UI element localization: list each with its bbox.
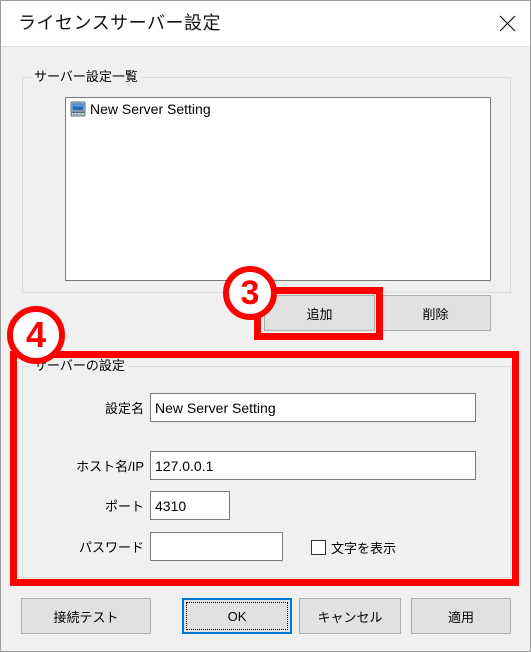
server-settings-group-label: サーバーの設定 — [31, 358, 128, 374]
add-button[interactable]: 追加 — [264, 295, 375, 331]
password-label: パスワード — [78, 540, 144, 555]
license-server-settings-dialog: ライセンスサーバー設定 サーバー設定一覧 New Server Setting … — [0, 0, 531, 652]
apply-button[interactable]: 適用 — [411, 598, 511, 634]
cancel-button[interactable]: キャンセル — [299, 598, 401, 634]
show-characters-checkbox[interactable]: 文字を表示 — [311, 538, 396, 557]
ok-button[interactable]: OK — [182, 598, 292, 634]
setting-name-label: 設定名 — [104, 401, 144, 416]
hostname-ip-label: ホスト名/IP — [76, 459, 144, 474]
password-input[interactable] — [150, 532, 283, 561]
dialog-title: ライセンスサーバー設定 — [18, 13, 221, 33]
hostname-ip-input[interactable] — [150, 451, 476, 480]
checkbox-box[interactable] — [311, 540, 326, 555]
show-characters-label: 文字を表示 — [331, 541, 397, 556]
close-button[interactable] — [484, 1, 530, 45]
list-item-label: New Server Setting — [90, 101, 211, 117]
port-input[interactable] — [150, 491, 230, 520]
computer-icon — [70, 101, 86, 117]
server-list-group-label: サーバー設定一覧 — [31, 69, 141, 85]
list-item[interactable]: New Server Setting — [66, 98, 490, 120]
ok-button-label: OK — [227, 608, 247, 624]
connection-test-button[interactable]: 接続テスト — [21, 598, 151, 634]
delete-button[interactable]: 削除 — [380, 295, 491, 331]
setting-name-input[interactable] — [150, 393, 476, 422]
title-bar: ライセンスサーバー設定 — [1, 1, 530, 47]
annotation-marker-4: 4 — [7, 306, 65, 364]
close-icon — [499, 15, 516, 32]
server-list-box[interactable]: New Server Setting — [65, 97, 491, 281]
port-label: ポート — [104, 499, 144, 514]
